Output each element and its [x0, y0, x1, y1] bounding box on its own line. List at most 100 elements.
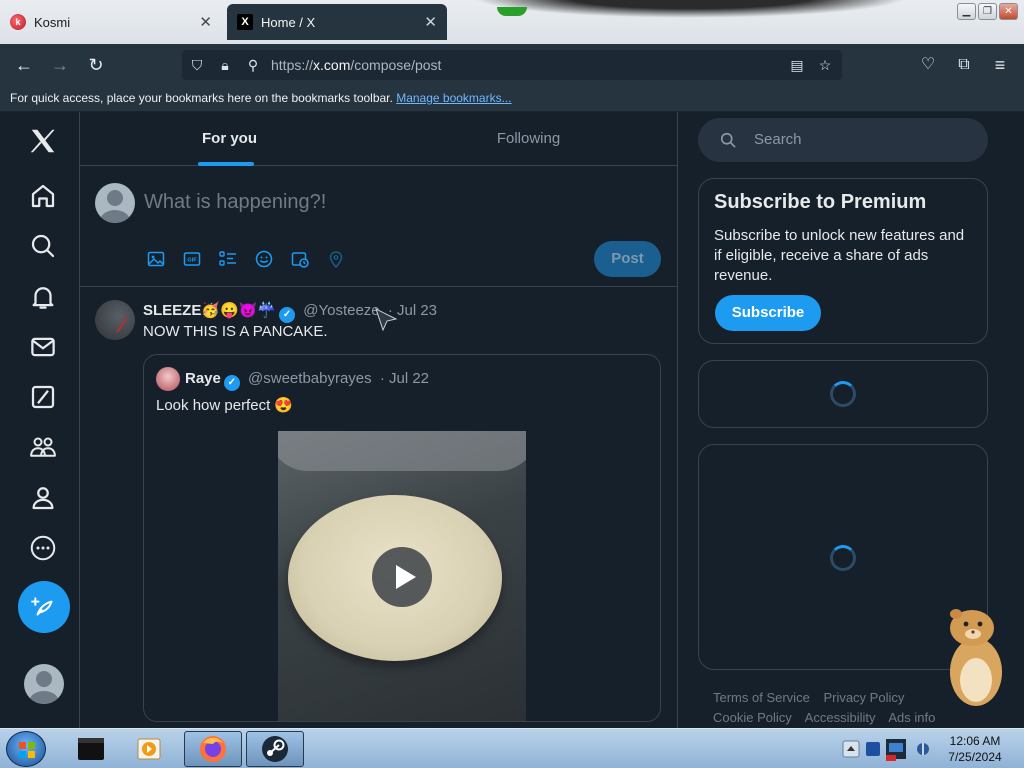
footer-link[interactable]: Cookie Policy	[713, 710, 792, 725]
tab-for-you[interactable]: For you	[80, 112, 379, 166]
subscribe-button[interactable]: Subscribe	[715, 295, 821, 331]
minimize-button[interactable]: ▁	[957, 3, 976, 20]
x-app: For you Following What is happening?! GI…	[0, 112, 1024, 728]
account-avatar[interactable]	[24, 664, 64, 704]
location-icon[interactable]	[326, 249, 346, 269]
bookmarks-toolbar: For quick access, place your bookmarks h…	[0, 86, 1024, 112]
poll-icon[interactable]	[218, 249, 238, 269]
quoted-author-handle: @sweetbabyrayes	[248, 370, 372, 387]
tab-label: Following	[496, 130, 561, 147]
titlebar-decoration-green	[497, 7, 527, 16]
tab-home-x[interactable]: X Home / X ✕	[227, 4, 447, 40]
verified-badge-icon: ✓	[223, 375, 240, 391]
tab-kosmi[interactable]: k Kosmi ✕	[0, 4, 222, 40]
main-timeline: For you Following What is happening?! GI…	[80, 112, 678, 728]
forward-arrow-icon[interactable]: →	[48, 53, 72, 77]
x-logo-icon[interactable]	[28, 126, 58, 156]
tweet-author-name[interactable]: SLEEZE	[143, 302, 201, 319]
search-input[interactable]: Search	[698, 118, 988, 162]
search-icon	[720, 132, 736, 148]
url-text[interactable]: https://x.com/compose/post	[271, 57, 441, 73]
communities-icon[interactable]	[28, 432, 58, 462]
grok-icon[interactable]	[28, 382, 58, 412]
taskbar-app-media-player[interactable]	[120, 731, 178, 767]
system-clock[interactable]: 12:06 AM 7/25/2024	[935, 733, 1015, 765]
close-tab-icon[interactable]: ✕	[424, 13, 437, 31]
reader-view-icon[interactable]: ▤	[788, 56, 806, 74]
tab-following[interactable]: Following	[379, 112, 677, 166]
browser-tab-bar: k Kosmi ✕ X Home / X ✕ ▁ ❐ ✕	[0, 0, 1024, 44]
back-arrow-icon[interactable]: ←	[12, 53, 36, 77]
taskbar-app-steam[interactable]	[246, 731, 304, 767]
tweet-card[interactable]: SLEEZE🥳😛😈☔ ✓ @Yosteeze · Jul 23 NOW THIS …	[80, 288, 677, 728]
tab-title: Kosmi	[34, 14, 71, 30]
start-button[interactable]	[6, 731, 46, 767]
search-icon[interactable]	[28, 231, 58, 261]
compose-post-button[interactable]	[18, 581, 70, 633]
menu-icon[interactable]: ≡	[988, 53, 1012, 77]
firefox-icon	[200, 736, 226, 762]
tray-icons	[842, 739, 929, 761]
steam-icon	[262, 736, 288, 762]
restore-button[interactable]: ❐	[978, 3, 997, 20]
bookmark-star-icon[interactable]: ☆	[816, 56, 834, 74]
shield-icon[interactable]: ⛉	[188, 56, 206, 74]
media-icon[interactable]	[146, 249, 166, 269]
quoted-author-avatar	[156, 367, 180, 391]
address-bar[interactable]: ⛉ 🔒︎ ⚲ https://x.com/compose/post ▤ ☆	[182, 50, 842, 80]
pocket-icon[interactable]: ♡	[916, 53, 940, 77]
post-button[interactable]: Post	[594, 241, 661, 277]
premium-title: Subscribe to Premium	[714, 191, 927, 213]
mouse-cursor-icon	[375, 308, 398, 332]
window-controls: ▁ ❐ ✕	[957, 3, 1018, 20]
manage-bookmarks-link[interactable]: Manage bookmarks...	[396, 91, 511, 105]
loading-spinner-icon	[830, 381, 856, 407]
footer-link[interactable]: Accessibility	[805, 710, 876, 725]
footer-link[interactable]: Terms of Service	[713, 690, 810, 705]
emoji-icon[interactable]	[254, 249, 274, 269]
windows-logo-icon	[19, 742, 35, 758]
premium-description: Subscribe to unlock new features and if …	[714, 227, 965, 284]
tab-label: For you	[202, 130, 257, 147]
kosmi-icon: k	[10, 14, 26, 30]
footer-link[interactable]: Privacy Policy	[823, 690, 904, 705]
notifications-icon[interactable]	[28, 282, 58, 312]
footer-link[interactable]: Ads info	[888, 710, 935, 725]
active-tab-indicator	[198, 162, 254, 166]
svg-text:GIF: GIF	[187, 258, 197, 264]
more-icon[interactable]	[28, 533, 58, 563]
video-player[interactable]	[278, 431, 526, 721]
lock-icon[interactable]: 🔒︎	[216, 56, 234, 74]
taskbar-app-terminal[interactable]	[62, 731, 120, 767]
tab-title: Home / X	[261, 14, 316, 30]
bookmarks-hint: For quick access, place your bookmarks h…	[10, 91, 393, 105]
taskbar-app-firefox[interactable]	[184, 731, 242, 767]
home-icon[interactable]	[28, 181, 58, 211]
composer-avatar[interactable]	[95, 183, 135, 223]
schedule-icon[interactable]	[290, 249, 310, 269]
gif-icon[interactable]: GIF	[182, 249, 202, 269]
titlebar-decoration	[470, 0, 910, 18]
quoted-tweet-header: Raye ✓ @sweetbabyrayes · Jul 22	[185, 370, 429, 391]
clock-time: 12:06 AM	[949, 734, 1001, 748]
reload-icon[interactable]: ↻	[84, 53, 108, 77]
quoted-tweet-date: · Jul 22	[379, 370, 430, 387]
tweet-author-handle[interactable]: @Yosteeze	[303, 302, 379, 319]
quoted-tweet-text: Look how perfect 😍	[156, 397, 294, 414]
permissions-icon[interactable]: ⚲	[244, 56, 262, 74]
close-tab-icon[interactable]: ✕	[199, 13, 212, 31]
play-icon[interactable]	[372, 547, 432, 607]
extensions-icon[interactable]: ⧉	[952, 53, 976, 77]
quoted-tweet[interactable]: Raye ✓ @sweetbabyrayes · Jul 22 Look how …	[143, 354, 661, 722]
video-frame-detail	[278, 431, 526, 471]
window-close-button[interactable]: ✕	[999, 3, 1018, 20]
tweet-author-emojis: 🥳😛😈☔	[201, 302, 277, 319]
hamster-desktop-pet	[950, 609, 1002, 706]
timeline-tabs: For you Following	[80, 112, 677, 166]
messages-icon[interactable]	[28, 332, 58, 362]
tweet-author-avatar[interactable]	[95, 300, 135, 340]
clock-date: 7/25/2024	[948, 750, 1002, 764]
loading-spinner-icon	[830, 545, 856, 571]
compose-input[interactable]: What is happening?!	[144, 191, 326, 214]
profile-icon[interactable]	[28, 483, 58, 513]
